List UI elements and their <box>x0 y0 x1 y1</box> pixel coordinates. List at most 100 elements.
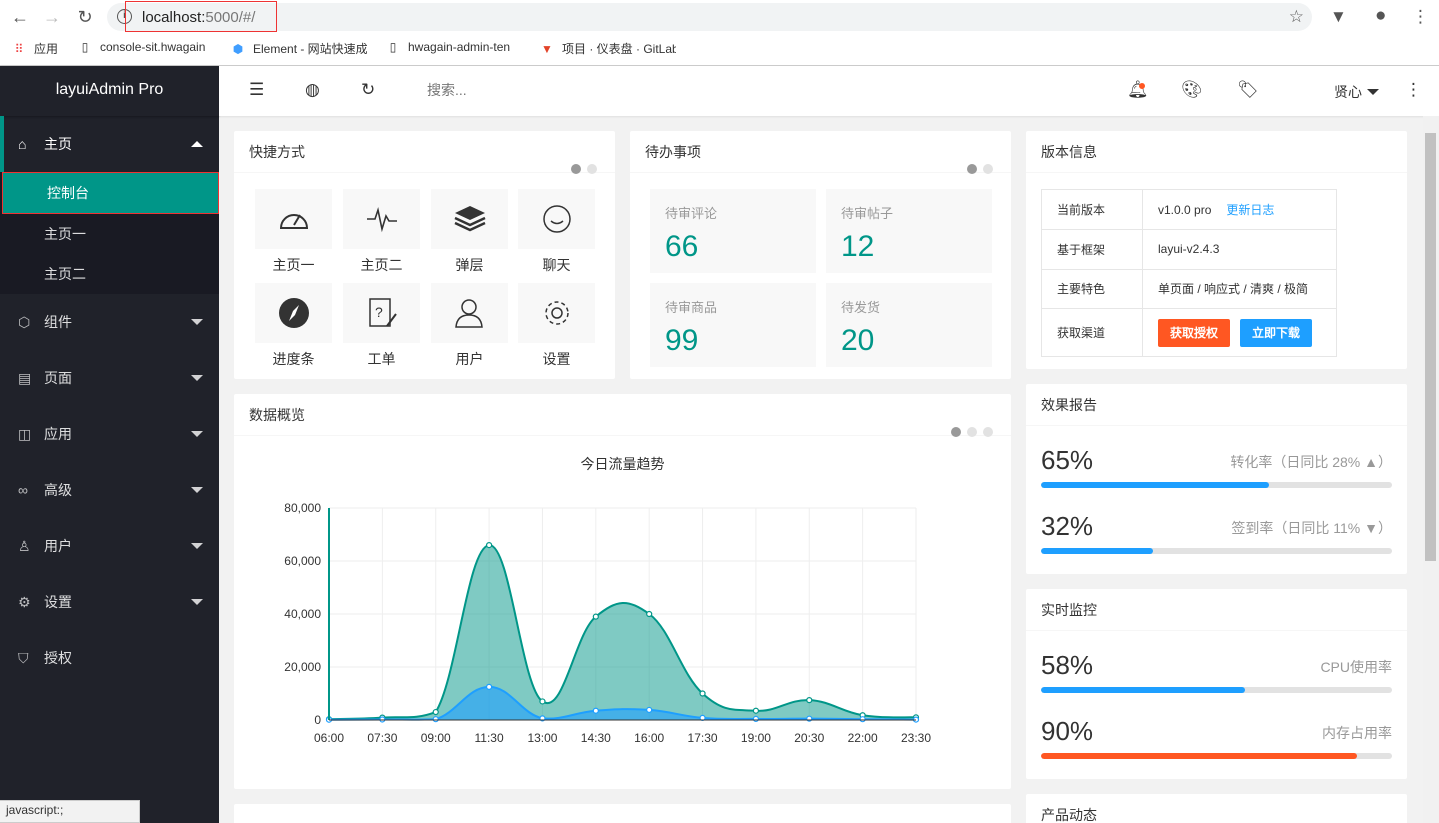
progress-fill <box>1041 548 1154 554</box>
sidebar-subitem-console[interactable]: 控制台 <box>2 172 219 214</box>
layers-icon <box>454 206 486 232</box>
todo-item[interactable]: 待审评论 66 <box>650 189 816 273</box>
chevron-down-icon <box>191 543 203 549</box>
forward-arrow-icon[interactable]: → <box>40 5 64 29</box>
arrow-down-icon: ▼ <box>1364 520 1378 536</box>
bell-icon[interactable]: 🔔︎ <box>1127 80 1149 100</box>
app-icon: ◫ <box>18 426 32 442</box>
bookmark-gitlab[interactable]: ▼ 项目 · 仪表盘 · GitLab <box>540 40 676 57</box>
sidebar-item-apps[interactable]: ◫ 应用 <box>0 406 219 462</box>
sidebar-item-settings[interactable]: ⚙ 设置 <box>0 574 219 630</box>
template-icon: ▤ <box>18 370 32 386</box>
carousel-dots[interactable] <box>1341 811 1389 823</box>
checkin-desc: 签到率（日同比 11% ▼） <box>1231 520 1392 536</box>
checkin-percent: 32% <box>1041 511 1094 541</box>
scrollbar-thumb[interactable] <box>1425 133 1436 561</box>
shrink-menu-icon[interactable]: ☰ <box>249 80 264 100</box>
quick-item[interactable] <box>518 283 595 343</box>
bookmark-apps[interactable]: ⠿ 应用 <box>12 40 72 57</box>
version-card: 版本信息 当前版本 v1.0.0 pro 更新日志 基于框架 layui-v2.4.3… <box>1026 131 1407 369</box>
changelog-link[interactable]: 更新日志 <box>1226 203 1274 217</box>
carousel-dots[interactable] <box>565 148 597 190</box>
sidebar-subitem-home2[interactable]: 主页二 <box>0 254 219 294</box>
browser-menu-icon[interactable]: ⋮ <box>1412 7 1429 27</box>
bookmark-console[interactable]: ▯ console-sit.hwagain <box>78 40 213 54</box>
chevron-down-icon <box>191 375 203 381</box>
quick-item[interactable] <box>431 189 508 249</box>
checkin-progress <box>1041 548 1392 554</box>
quick-title: 快捷方式 <box>249 144 305 160</box>
data-point <box>432 708 439 716</box>
profile-icon[interactable]: ● <box>1375 5 1386 27</box>
quick-item[interactable] <box>431 283 508 343</box>
quick-item[interactable] <box>343 189 420 249</box>
carousel-dots[interactable] <box>961 148 993 190</box>
progress-fill <box>1041 753 1357 759</box>
todo-item[interactable]: 待审商品 99 <box>650 283 816 367</box>
todo-item[interactable]: 待发货 20 <box>826 283 992 367</box>
search-input[interactable] <box>427 82 627 98</box>
reload-icon[interactable]: ↻ <box>73 5 97 29</box>
sidebar-item-components[interactable]: ⬡ 组件 <box>0 294 219 350</box>
page-icon: ▯ <box>81 40 89 54</box>
quick-label: 弹层 <box>455 257 484 273</box>
sidebar-subnav: 控制台 主页一 主页二 <box>0 172 219 294</box>
quick-item[interactable] <box>255 189 332 249</box>
quick-item[interactable]: ? <box>343 283 420 343</box>
app-logo: layuiAdmin Pro <box>0 66 219 116</box>
data-point <box>592 613 599 620</box>
todo-item[interactable]: 待审帖子 12 <box>826 189 992 273</box>
sidebar-subitem-home1[interactable]: 主页一 <box>0 214 219 254</box>
chevron-up-icon <box>191 141 203 147</box>
user-menu[interactable]: 贤心 <box>1334 82 1379 102</box>
sidebar-item-users[interactable]: ♙ 用户 <box>0 518 219 574</box>
scrollbar[interactable] <box>1423 116 1439 823</box>
quick-label: 工单 <box>367 351 396 367</box>
download-button[interactable]: 立即下载 <box>1240 318 1313 347</box>
website-globe-icon[interactable]: ◍ <box>305 80 320 100</box>
sidebar-item-auth[interactable]: ⛉ 授权 <box>0 630 219 686</box>
page-icon: ▯ <box>389 40 397 54</box>
sidebar-item-home[interactable]: ⌂ 主页 <box>0 116 219 172</box>
extension-icon[interactable]: ▼ <box>1330 7 1347 27</box>
back-arrow-icon[interactable]: ← <box>8 5 32 29</box>
x-tick-label: 23:30 <box>901 731 931 745</box>
quick-label: 用户 <box>455 351 484 367</box>
quick-label: 进度条 <box>272 351 315 367</box>
sidebar-item-pages[interactable]: ▤ 页面 <box>0 350 219 406</box>
more-menu-icon[interactable]: ⋮ <box>1405 80 1422 100</box>
bookmark-element[interactable]: ⬢ Element - 网站快速成 <box>231 40 367 57</box>
tag-icon[interactable]: 🏷︎ <box>1237 80 1259 100</box>
x-tick-label: 17:30 <box>688 731 718 745</box>
quick-item[interactable] <box>518 189 595 249</box>
sidebar-item-senior[interactable]: ∞ 高级 <box>0 462 219 518</box>
quick-item[interactable] <box>255 283 332 343</box>
data-point <box>752 715 760 723</box>
overview-card: 数据概览 今日流量趋势 0 20,000 40,000 60,000 80,000 06:… <box>234 394 1011 789</box>
help-doc-icon: ? <box>369 298 397 327</box>
table-row: 获取渠道 获取授权 立即下载 <box>1041 308 1337 357</box>
x-tick-label: 07:30 <box>367 731 397 745</box>
x-tick-label: 13:00 <box>527 731 557 745</box>
progress-fill <box>1041 482 1270 488</box>
element-icon: ⬢ <box>232 42 244 56</box>
monitor-card: 实时监控 58% CPU使用率 90% 内存占用率 <box>1026 589 1407 779</box>
get-license-button[interactable]: 获取授权 <box>1158 318 1231 347</box>
refresh-icon[interactable]: ↻ <box>361 80 375 100</box>
svg-text:?: ? <box>375 304 383 320</box>
theme-palette-icon[interactable]: 🎨︎ <box>1181 80 1203 100</box>
arrow-up-icon: ▲ <box>1364 454 1378 470</box>
address-bar[interactable]: i localhost:5000/#/ ☆ <box>107 1 1312 32</box>
status-bar: javascript:; <box>0 800 140 823</box>
series-area <box>329 545 916 720</box>
cube-icon: ⬡ <box>18 314 31 330</box>
quick-label: 设置 <box>542 351 571 367</box>
bookmark-admin[interactable]: ▯ hwagain-admin-ten <box>386 40 522 54</box>
url-path: 5000/#/ <box>205 9 256 26</box>
bookmarks-bar: ⠿ 应用 ▯ console-sit.hwagain ⬢ Element - 网站快速… <box>0 34 1439 64</box>
gitlab-icon: ▼ <box>541 42 553 56</box>
data-point <box>432 716 439 723</box>
data-point <box>485 683 493 690</box>
bookmark-star-icon[interactable]: ☆ <box>1289 7 1304 27</box>
traffic-chart: 0 20,000 40,000 60,000 80,000 06:00 07:30 09:00… <box>284 501 931 745</box>
